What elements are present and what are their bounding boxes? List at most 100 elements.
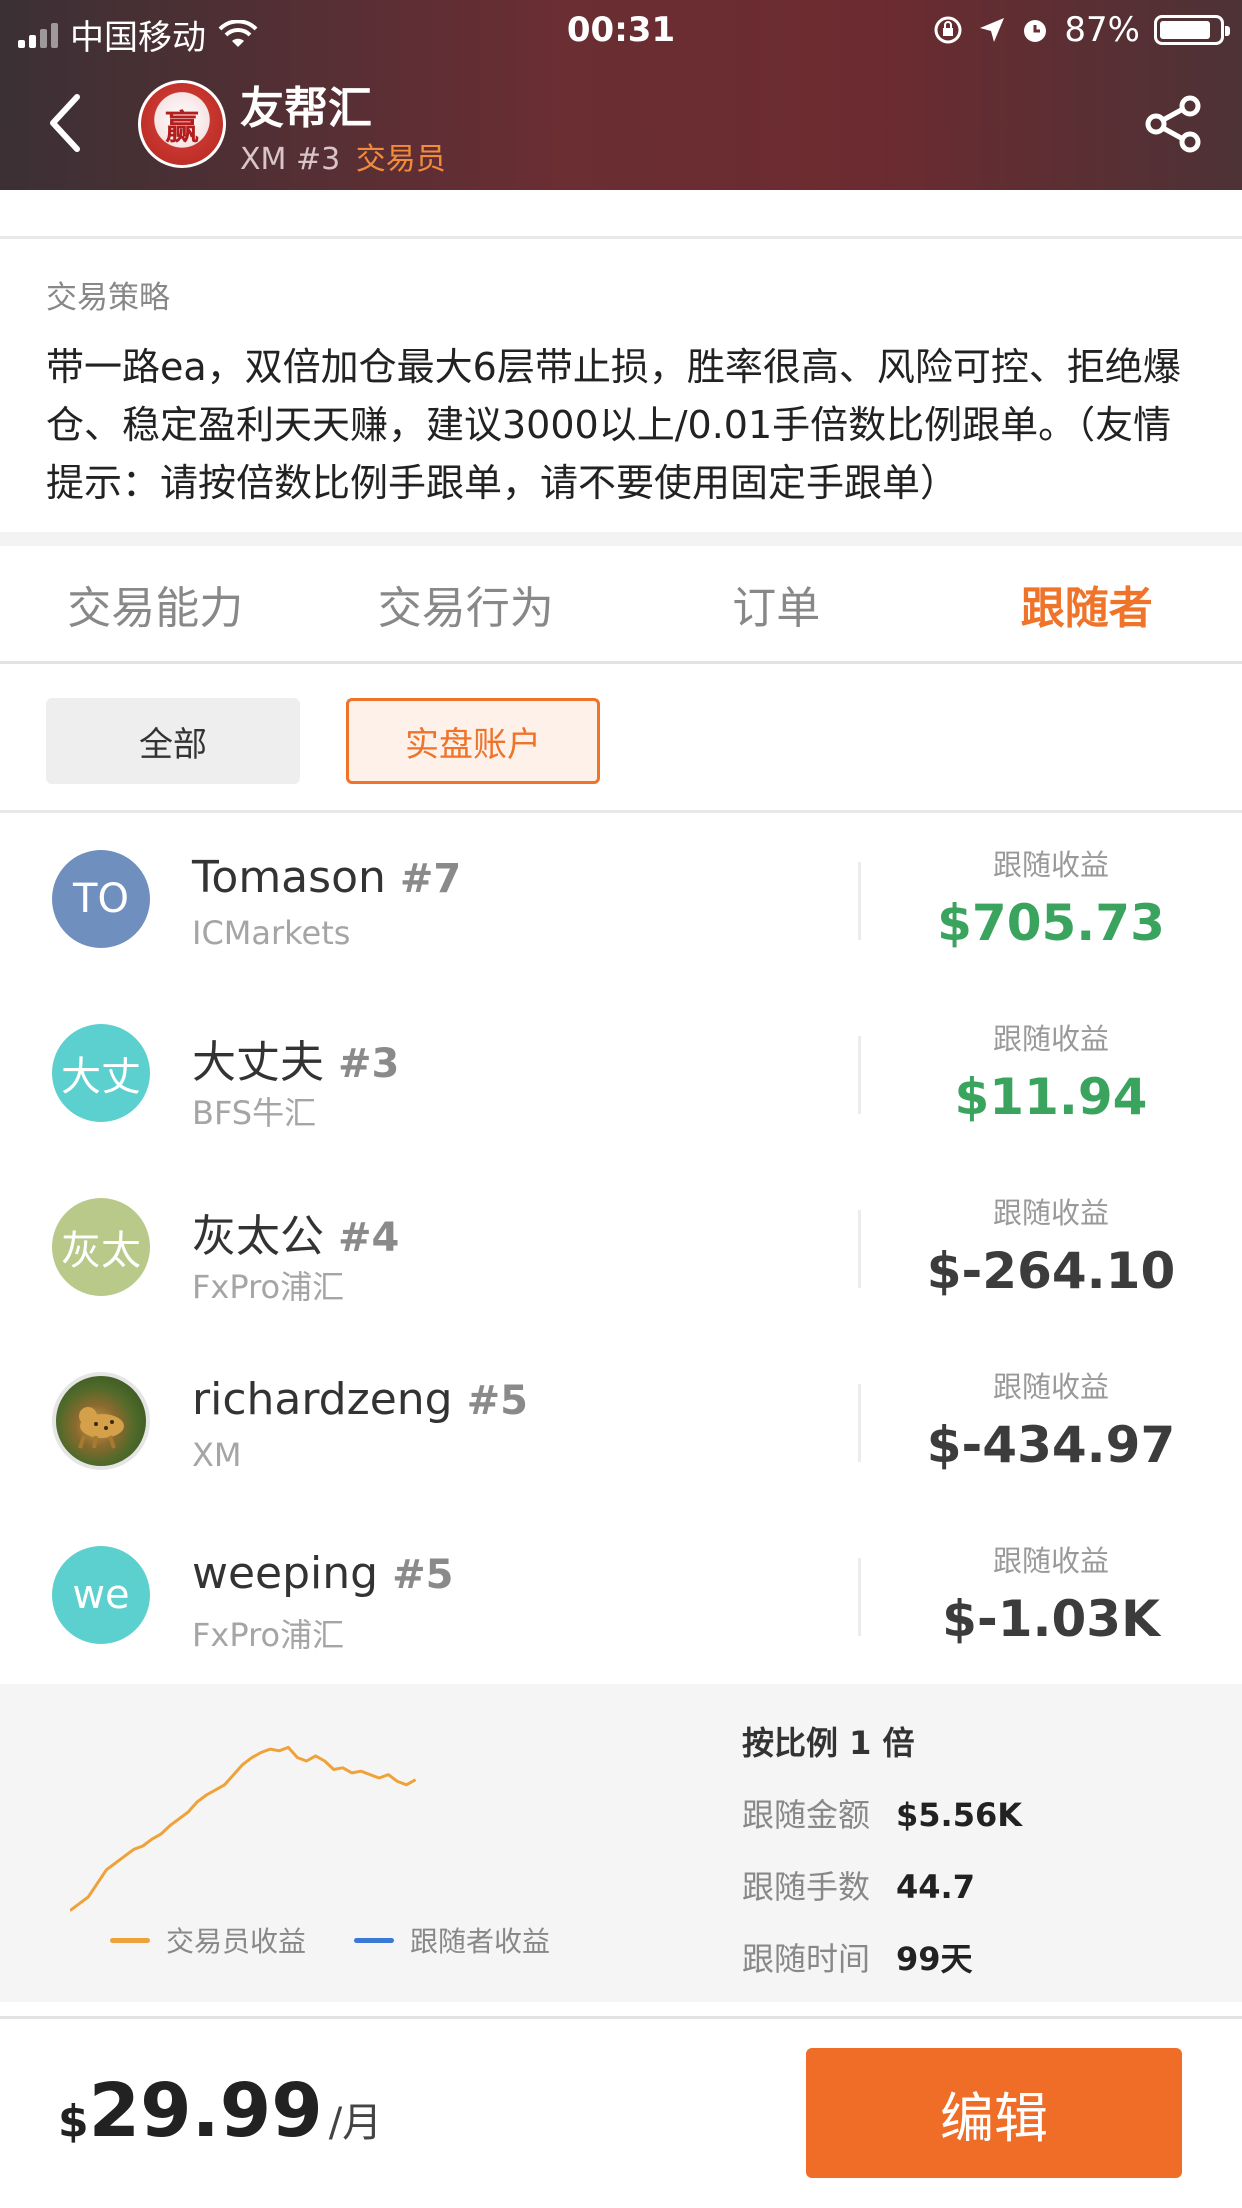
series-line-0 bbox=[70, 1745, 417, 1912]
follower-name-line: richardzeng #5 bbox=[192, 1374, 528, 1425]
summary-value: 44.7 bbox=[896, 1868, 975, 1906]
summary-row-duration: 跟随时间 99天 bbox=[742, 1934, 973, 1980]
follower-name: 大丈夫 bbox=[192, 1037, 324, 1088]
price-amount: 29.99 bbox=[88, 2068, 323, 2154]
divider bbox=[0, 2016, 1242, 2019]
earnings-label: 跟随收益 bbox=[992, 1022, 1109, 1056]
avatar: TO bbox=[52, 850, 150, 948]
follower-name-line: 灰太公 #4 bbox=[192, 1200, 399, 1264]
tab-bar: 交易能力 交易行为 订单 跟随者 bbox=[0, 546, 1242, 664]
follower-broker: ICMarkets bbox=[192, 914, 351, 952]
tab-trading-ability[interactable]: 交易能力 bbox=[0, 546, 311, 661]
tab-followers[interactable]: 跟随者 bbox=[932, 546, 1242, 661]
subscription-price: $29.99/月 bbox=[58, 2068, 382, 2154]
filter-all-button[interactable]: 全部 bbox=[46, 698, 300, 784]
summary-value: $5.56K bbox=[896, 1796, 1023, 1834]
follow-ratio-title: 按比例 1 倍 bbox=[742, 1724, 915, 1762]
earnings-chart bbox=[70, 1745, 417, 1912]
follower-rank: #7 bbox=[399, 856, 462, 902]
summary-row-amount: 跟随金额 $5.56K bbox=[742, 1790, 1022, 1836]
share-icon[interactable] bbox=[1142, 92, 1206, 156]
summary-label: 跟随金额 bbox=[742, 1796, 871, 1834]
earnings-label: 跟随收益 bbox=[992, 1196, 1109, 1230]
legend-follower-label: 跟随者收益 bbox=[410, 1925, 551, 1958]
earnings-value: $-1.03K bbox=[942, 1590, 1160, 1648]
follower-name: Tomason bbox=[192, 852, 386, 903]
follower-name-line: weeping #5 bbox=[192, 1548, 453, 1599]
earnings-value: $11.94 bbox=[954, 1068, 1148, 1126]
battery-percent: 87% bbox=[1064, 10, 1140, 50]
avatar-initials: TO bbox=[73, 876, 129, 922]
follow-summary-panel[interactable]: 交易员收益 跟随者收益 按比例 1 倍 跟随金额 $5.56K 跟随手数 44.7 … bbox=[0, 1684, 1242, 2002]
strategy-label: 交易策略 bbox=[46, 280, 170, 316]
earnings-value: $705.73 bbox=[937, 894, 1165, 952]
summary-label: 跟随时间 bbox=[742, 1940, 871, 1978]
list-item[interactable]: we weeping #5 FxPro浦汇 跟随收益 $-1.03K bbox=[0, 1510, 1242, 1684]
divider bbox=[0, 236, 1242, 239]
back-button[interactable] bbox=[30, 88, 100, 158]
list-item[interactable]: richardzeng #5 XM 跟随收益 $-434.97 bbox=[0, 1336, 1242, 1510]
chevron-left-icon bbox=[50, 94, 80, 152]
trader-broker: XM bbox=[240, 142, 287, 177]
follower-name: weeping bbox=[192, 1548, 379, 1599]
follower-rank: #5 bbox=[392, 1552, 454, 1598]
follower-rank: #3 bbox=[338, 1041, 400, 1087]
status-right: 87% bbox=[932, 10, 1230, 50]
earnings-label: 跟随收益 bbox=[992, 848, 1109, 882]
avatar-initials: 大丈 bbox=[61, 1054, 141, 1100]
follower-rank: #4 bbox=[338, 1215, 400, 1261]
follower-broker: XM bbox=[192, 1436, 242, 1474]
avatar bbox=[52, 1372, 150, 1470]
follower-name: 灰太公 bbox=[192, 1211, 324, 1262]
follower-broker: BFS牛汇 bbox=[192, 1094, 317, 1132]
filter-live-account-button[interactable]: 实盘账户 bbox=[346, 698, 600, 784]
price-period: /月 bbox=[328, 2100, 383, 2146]
cheetah-photo-icon bbox=[78, 1407, 124, 1449]
earnings-value: $-434.97 bbox=[926, 1416, 1176, 1474]
trader-subtitle: XM #3 交易员 bbox=[240, 134, 446, 178]
trader-rank: #3 bbox=[295, 142, 341, 177]
follower-name-line: 大丈夫 #3 bbox=[192, 1026, 399, 1090]
list-item[interactable]: 大丈 大丈夫 #3 BFS牛汇 跟随收益 $11.94 bbox=[0, 988, 1242, 1162]
legend-trader: 交易员收益 bbox=[110, 1920, 306, 1960]
earnings-label: 跟随收益 bbox=[992, 1544, 1109, 1578]
summary-value: 99天 bbox=[896, 1940, 973, 1978]
header-bar: 中国移动 00:31 87% 赢 友帮汇 XM #3 交易员 bbox=[0, 0, 1242, 190]
strategy-text: 带一路ea，双倍加仓最大6层带止损，胜率很高、风险可控、拒绝爆仓、稳定盈利天天赚… bbox=[46, 345, 1181, 505]
alarm-icon bbox=[1024, 20, 1047, 42]
follower-broker: FxPro浦汇 bbox=[192, 1268, 345, 1306]
legend-follower-swatch bbox=[354, 1937, 395, 1943]
list-item[interactable]: 灰太 灰太公 #4 FxPro浦汇 跟随收益 $-264.10 bbox=[0, 1162, 1242, 1336]
filter-group: 全部 实盘账户 bbox=[46, 698, 600, 784]
battery-icon bbox=[1154, 15, 1230, 45]
earnings-value: $-264.10 bbox=[926, 1242, 1176, 1300]
tab-trading-behavior[interactable]: 交易行为 bbox=[311, 546, 622, 661]
legend-trader-swatch bbox=[110, 1937, 150, 1943]
trader-logo[interactable]: 赢 bbox=[138, 80, 226, 168]
earnings-label: 跟随收益 bbox=[992, 1370, 1109, 1404]
status-bar: 中国移动 00:31 87% bbox=[0, 0, 1242, 60]
avatar-initials: 灰太 bbox=[61, 1228, 141, 1274]
avatar: 大丈 bbox=[52, 1024, 150, 1122]
legend-follower: 跟随者收益 bbox=[354, 1920, 550, 1960]
rotation-lock-icon bbox=[934, 16, 962, 44]
trader-role: 交易员 bbox=[355, 142, 446, 177]
edit-button[interactable]: 编辑 bbox=[806, 2048, 1182, 2178]
location-icon bbox=[980, 18, 1005, 42]
avatar: we bbox=[52, 1546, 150, 1644]
section-gap bbox=[0, 532, 1242, 546]
summary-row-lots: 跟随手数 44.7 bbox=[742, 1862, 975, 1908]
legend-trader-label: 交易员收益 bbox=[166, 1925, 307, 1958]
avatar: 灰太 bbox=[52, 1198, 150, 1296]
follower-list: TO Tomason #7 ICMarkets 跟随收益 $705.73 大丈 大… bbox=[0, 814, 1242, 1684]
follower-rank: #5 bbox=[466, 1378, 528, 1424]
price-currency: $ bbox=[58, 2096, 89, 2147]
follower-name: richardzeng bbox=[192, 1374, 453, 1425]
list-item[interactable]: TO Tomason #7 ICMarkets 跟随收益 $705.73 bbox=[0, 814, 1242, 988]
tab-orders[interactable]: 订单 bbox=[621, 546, 932, 661]
nav-bar: 赢 友帮汇 XM #3 交易员 bbox=[0, 70, 1242, 180]
follower-name-line: Tomason #7 bbox=[192, 852, 461, 903]
avatar-initials: we bbox=[72, 1572, 130, 1618]
logo-text: 赢 bbox=[165, 107, 199, 148]
trader-name: 友帮汇 bbox=[240, 83, 372, 134]
